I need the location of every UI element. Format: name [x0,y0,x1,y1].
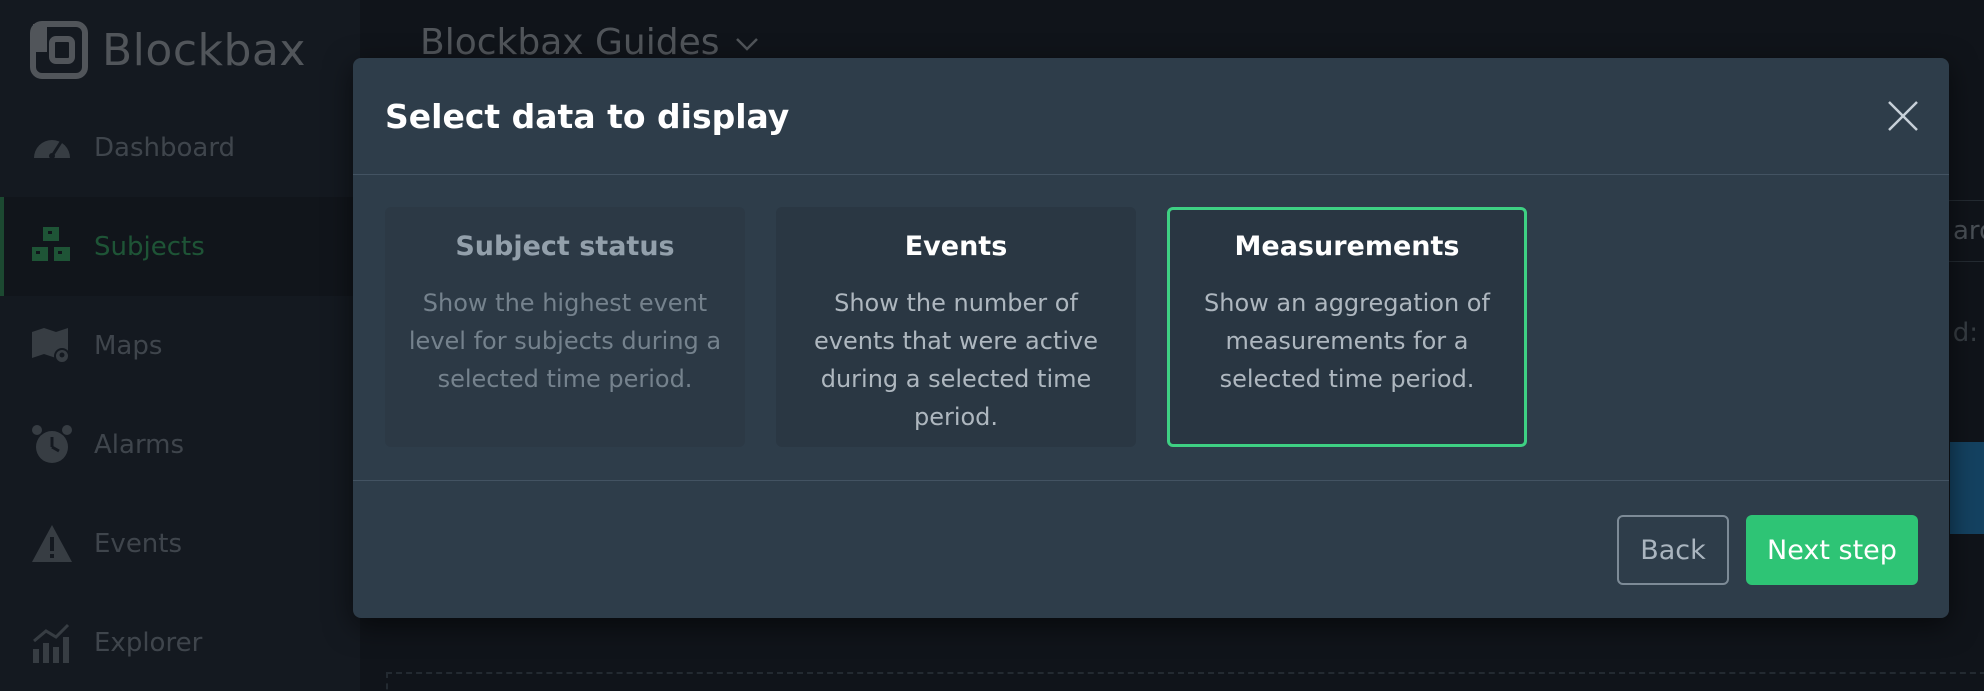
modal-header: Select data to display [353,58,1949,175]
select-data-modal: Select data to display Subject status Sh… [353,58,1949,618]
close-icon [1885,101,1921,137]
option-card-measurements[interactable]: Measurements Show an aggregation of meas… [1167,207,1527,447]
app-root: Blockbax Dashboard Subjects Maps Alarms … [0,0,1984,691]
next-step-button[interactable]: Next step [1746,515,1918,585]
modal-body: Subject status Show the highest event le… [353,175,1949,481]
card-title: Subject status [455,231,675,262]
back-button[interactable]: Back [1617,515,1729,585]
close-button[interactable] [1885,98,1921,134]
modal-footer: Back Next step [353,481,1949,617]
card-title: Events [904,231,1008,262]
card-description: Show the number of events that were acti… [814,289,1098,431]
option-card-subject-status[interactable]: Subject status Show the highest event le… [385,207,745,447]
modal-title: Select data to display [385,96,790,136]
card-description: Show an aggregation of measurements for … [1204,289,1490,393]
card-title: Measurements [1234,231,1460,262]
option-card-events[interactable]: Events Show the number of events that we… [776,207,1136,447]
card-description: Show the highest event level for subject… [408,289,722,393]
